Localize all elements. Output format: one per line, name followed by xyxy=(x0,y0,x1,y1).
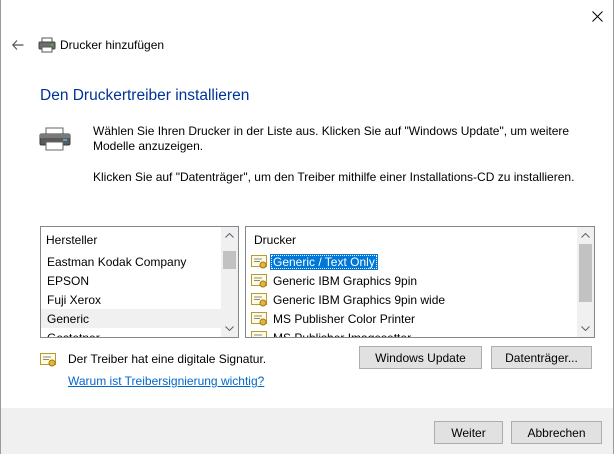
scroll-up-button[interactable] xyxy=(577,227,594,244)
certificate-icon xyxy=(251,292,267,306)
cancel-button[interactable]: Abbrechen xyxy=(511,421,602,444)
printer-large-icon xyxy=(39,127,71,151)
close-icon xyxy=(591,10,603,22)
certificate-icon xyxy=(40,353,56,367)
close-button[interactable] xyxy=(587,6,607,26)
manufacturer-scrollbar[interactable] xyxy=(221,227,238,337)
driver-signing-link[interactable]: Warum ist Treibersignierung wichtig? xyxy=(68,374,264,388)
printer-item-selected[interactable]: Generic / Text Only xyxy=(246,252,576,271)
back-button[interactable] xyxy=(9,36,27,54)
chevron-down-icon xyxy=(581,326,590,331)
manufacturer-item[interactable]: EPSON xyxy=(41,271,221,290)
printer-icon xyxy=(38,37,56,53)
certificate-icon xyxy=(251,330,267,337)
manufacturer-item[interactable]: Fuji Xerox xyxy=(41,290,221,309)
printer-item-label: Generic IBM Graphics 9pin wide xyxy=(273,292,446,307)
window-title: Drucker hinzufügen xyxy=(60,38,165,52)
scroll-thumb[interactable] xyxy=(223,251,236,269)
printer-item-label: MS Publisher Imagesetter xyxy=(273,330,412,338)
printer-item[interactable]: Generic IBM Graphics 9pin xyxy=(246,271,576,290)
manufacturer-list[interactable]: Hersteller Eastman Kodak Company EPSON F… xyxy=(40,226,239,338)
manufacturer-list-header: Hersteller xyxy=(46,233,98,247)
printer-list[interactable]: Drucker Generic / Text Only Generic IBM … xyxy=(245,226,595,338)
printer-item-label: Generic / Text Only xyxy=(270,253,378,270)
printer-item-label: MS Publisher Color Printer xyxy=(273,311,416,326)
manufacturer-item-selected[interactable]: Generic xyxy=(41,309,221,328)
scroll-down-button[interactable] xyxy=(221,320,238,337)
certificate-icon xyxy=(251,311,267,325)
instruction-text-2: Klicken Sie auf "Datenträger", um den Tr… xyxy=(93,170,575,184)
scroll-down-button[interactable] xyxy=(577,320,594,337)
manufacturer-item[interactable]: Eastman Kodak Company xyxy=(41,252,221,271)
instruction-text-1: Wählen Sie Ihren Drucker in der Liste au… xyxy=(93,124,570,153)
chevron-up-icon xyxy=(225,233,234,238)
have-disk-button[interactable]: Datenträger... xyxy=(491,346,592,369)
certificate-icon xyxy=(251,273,267,287)
back-arrow-icon xyxy=(12,40,24,50)
chevron-up-icon xyxy=(581,233,590,238)
next-button[interactable]: Weiter xyxy=(434,421,503,444)
printer-list-header: Drucker xyxy=(254,233,297,247)
chevron-down-icon xyxy=(225,326,234,331)
scroll-up-button[interactable] xyxy=(221,227,238,244)
printer-item[interactable]: MS Publisher Imagesetter xyxy=(246,328,576,338)
add-printer-window: Drucker hinzufügen Den Druckertreiber in… xyxy=(0,0,614,454)
scroll-thumb[interactable] xyxy=(579,244,592,302)
printer-item[interactable]: Generic IBM Graphics 9pin wide xyxy=(246,290,576,309)
signature-status-text: Der Treiber hat eine digitale Signatur. xyxy=(68,352,267,366)
certificate-icon xyxy=(251,254,267,268)
printer-item-label: Generic IBM Graphics 9pin xyxy=(273,273,418,288)
printer-scrollbar[interactable] xyxy=(577,227,594,337)
page-heading: Den Druckertreiber installieren xyxy=(40,87,250,104)
manufacturer-item[interactable]: Gestetner xyxy=(41,328,221,338)
printer-item[interactable]: MS Publisher Color Printer xyxy=(246,309,576,328)
windows-update-button[interactable]: Windows Update xyxy=(359,346,482,369)
